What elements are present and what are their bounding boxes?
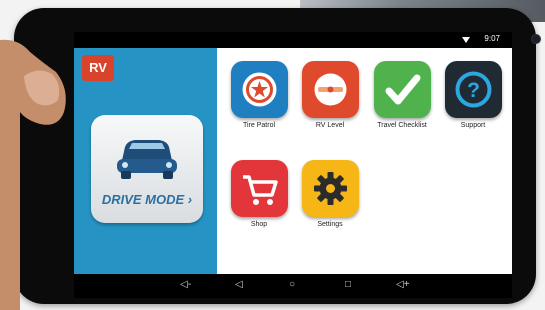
svg-text:?: ? (467, 79, 480, 102)
checkmark-icon (373, 61, 431, 118)
drive-mode-button[interactable]: DRIVE MODE › (91, 115, 203, 223)
volume-up-icon[interactable]: ◁+ (396, 278, 410, 292)
app-label: Support (460, 122, 486, 129)
question-mark-icon: ? (444, 61, 502, 118)
hand-thumb (0, 39, 66, 310)
app-support[interactable]: ? Support (438, 61, 508, 129)
app-shop[interactable]: Shop (224, 160, 294, 228)
android-nav-bar: ◁- ◁ ○ □ ◁+ (74, 274, 512, 298)
rv-logo: RV (82, 55, 114, 81)
app-label: RV Level (315, 122, 345, 129)
home-icon[interactable]: ○ (289, 278, 295, 292)
tablet-device: 9:07 RV DRIVE MODE › Tire Patrol RV Leve… (14, 8, 541, 304)
tire-patrol-icon (230, 61, 288, 118)
tablet-screen: 9:07 RV DRIVE MODE › Tire Patrol RV Leve… (74, 32, 512, 298)
drive-mode-label: DRIVE MODE › (101, 192, 193, 207)
shopping-cart-icon (230, 160, 288, 217)
app-label: Shop (250, 221, 268, 228)
rv-level-icon (301, 61, 359, 118)
app-label: Settings (317, 221, 343, 228)
wifi-icon (462, 37, 470, 43)
app-grid: Tire Patrol RV Level Travel Checklist ? … (217, 48, 512, 274)
car-icon (117, 140, 177, 179)
app-tire-patrol[interactable]: Tire Patrol (224, 61, 294, 129)
app-label: Tire Patrol (242, 122, 276, 129)
app-label: Travel Checklist (377, 122, 427, 129)
status-bar: 9:07 (74, 32, 512, 48)
back-icon[interactable]: ◁ (235, 278, 243, 292)
sidebar: RV DRIVE MODE › (74, 48, 217, 274)
app-settings[interactable]: Settings (295, 160, 365, 228)
status-time: 9:07 (484, 34, 500, 43)
app-travel-checklist[interactable]: Travel Checklist (367, 61, 437, 129)
gear-icon (301, 160, 359, 217)
app-rv-level[interactable]: RV Level (295, 61, 365, 129)
front-camera (531, 34, 541, 44)
volume-down-icon[interactable]: ◁- (180, 278, 191, 292)
recents-icon[interactable]: □ (345, 278, 351, 292)
